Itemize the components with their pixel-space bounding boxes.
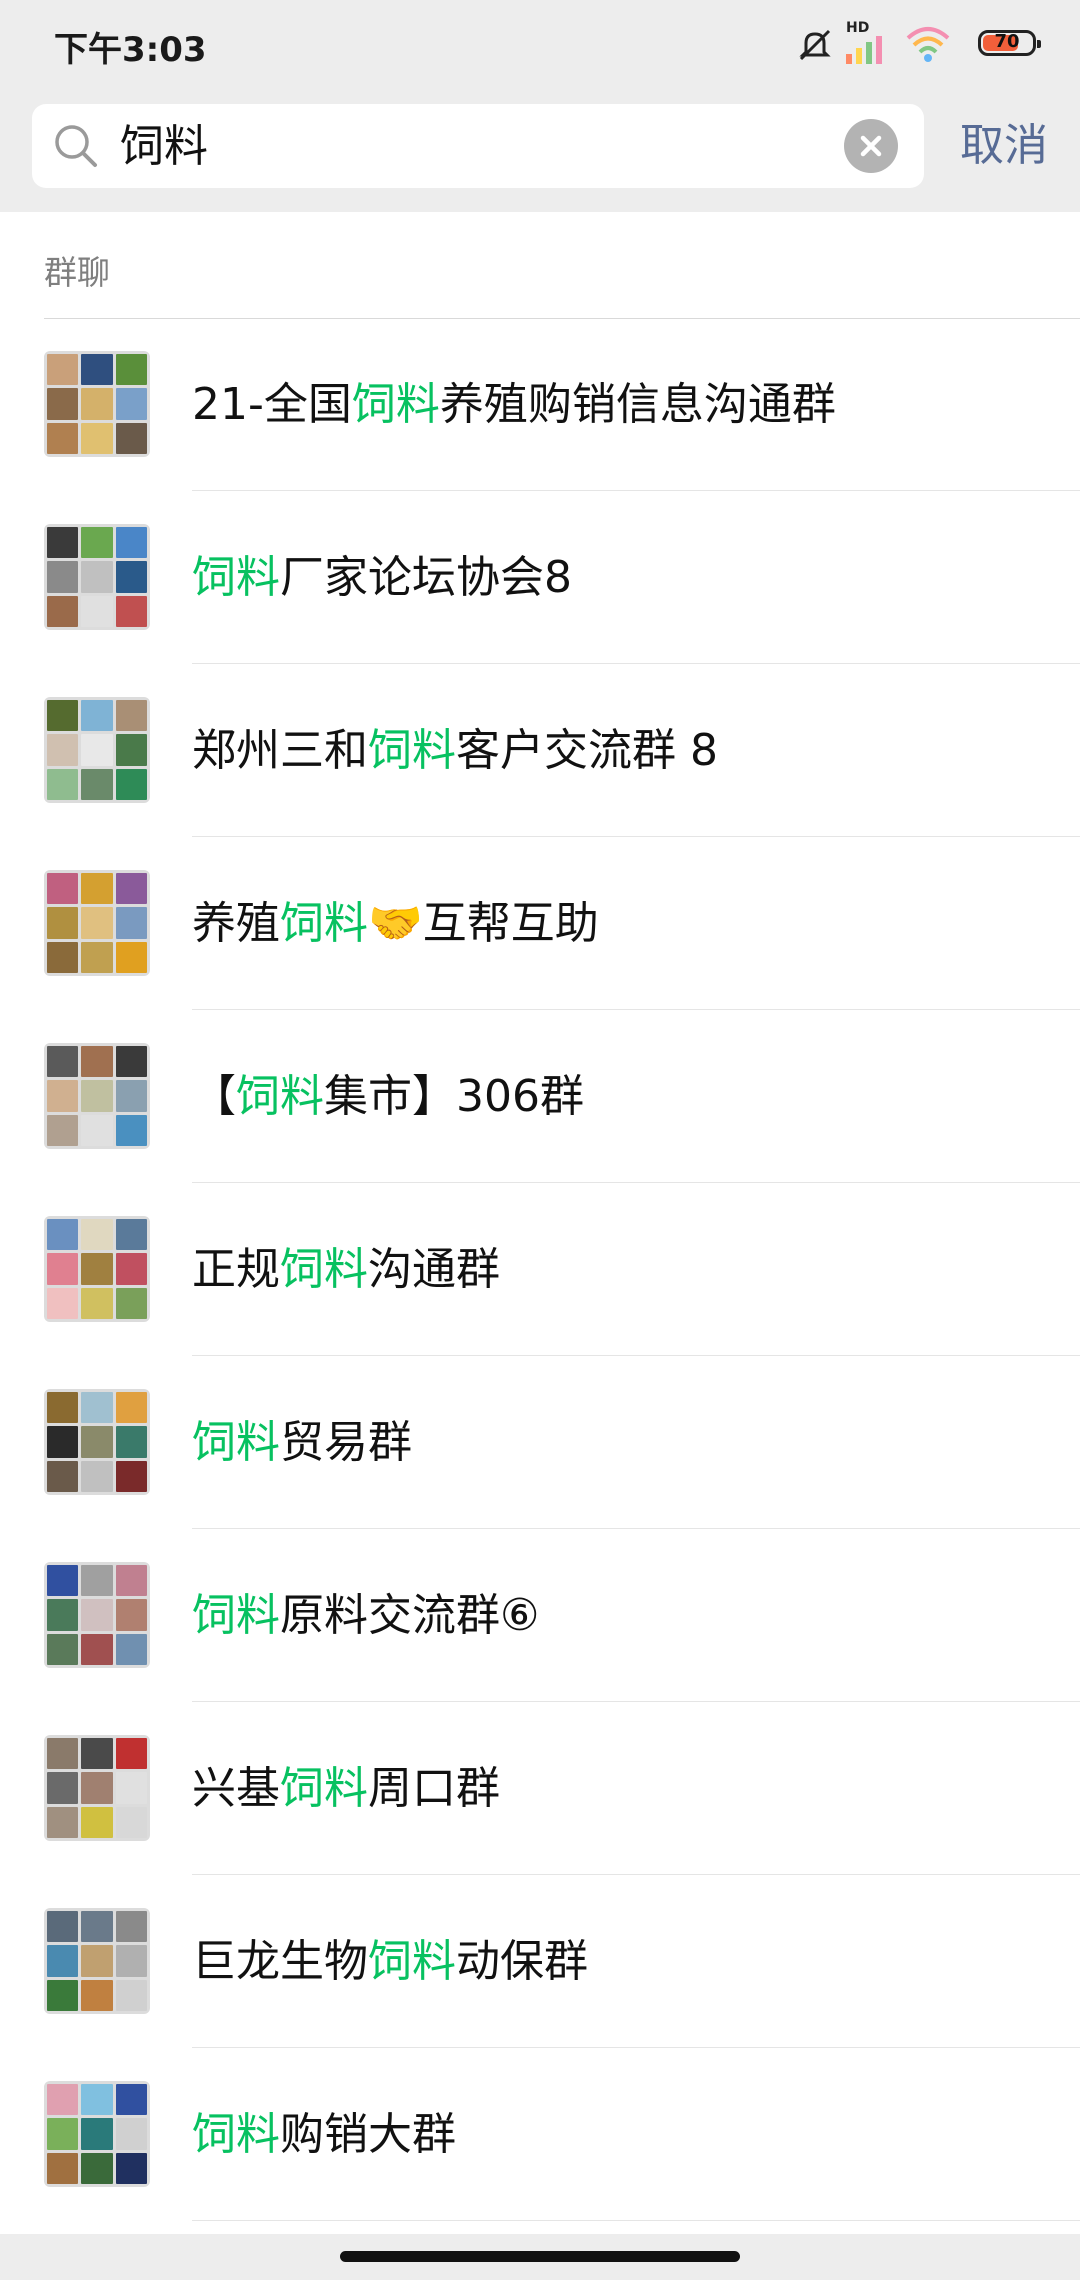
group-name-prefix: 【 [192, 1071, 236, 1122]
group-result-row[interactable]: 兴基饲料周口群 [0, 1702, 1080, 1875]
group-result-row[interactable]: 巨龙生物饲料动保群 [0, 1875, 1080, 2048]
group-name: 饲料贸易群 [192, 1414, 412, 1472]
group-name: 【饲料集市】306群 [192, 1068, 584, 1126]
group-result-row[interactable]: 饲料购销大群 [0, 2048, 1080, 2221]
group-name-suffix: 原料交流群⑥ [280, 1590, 540, 1641]
group-result-row[interactable]: 饲料厂家论坛协会8 [0, 491, 1080, 664]
wifi-icon [906, 27, 950, 62]
group-name-match: 饲料 [236, 1071, 324, 1122]
group-name-match: 饲料 [280, 1763, 368, 1814]
group-avatar [44, 351, 150, 457]
group-avatar [44, 1043, 150, 1149]
group-name-suffix: 集市】306群 [324, 1071, 584, 1122]
group-name: 巨龙生物饲料动保群 [192, 1933, 588, 1991]
mute-icon [799, 29, 831, 61]
group-result-row[interactable]: 饲料贸易群 [0, 1356, 1080, 1529]
group-name-match: 饲料 [368, 725, 456, 776]
group-name-prefix: 兴基 [192, 1763, 280, 1814]
group-name-suffix: 周口群 [368, 1763, 500, 1814]
signal-icon [846, 36, 882, 64]
group-avatar [44, 1216, 150, 1322]
group-avatar [44, 2081, 150, 2187]
group-name-prefix: 郑州三和 [192, 725, 368, 776]
group-name: 饲料购销大群 [192, 2106, 456, 2164]
group-name-match: 饲料 [192, 2109, 280, 2160]
search-input[interactable] [118, 104, 862, 190]
group-name-prefix: 21-全国 [192, 379, 352, 430]
group-name-match: 饲料 [351, 379, 440, 430]
group-name-match: 饲料 [368, 1936, 456, 1987]
group-avatar [44, 1389, 150, 1495]
group-avatar [44, 870, 150, 976]
group-name-match: 饲料 [280, 898, 368, 949]
status-time: 下午3:03 [54, 30, 207, 70]
group-name-prefix: 巨龙生物 [192, 1936, 368, 1987]
group-name-suffix: 厂家论坛协会8 [280, 552, 572, 603]
clear-button[interactable] [844, 119, 898, 173]
group-name-match: 饲料 [192, 552, 280, 603]
group-name-suffix: 动保群 [456, 1936, 588, 1987]
cancel-button[interactable]: 取消 [960, 120, 1048, 172]
group-result-row[interactable]: 养殖饲料🤝互帮互助 [0, 837, 1080, 1010]
group-name-suffix: 养殖购销信息沟通群 [439, 379, 836, 430]
group-name: 饲料原料交流群⑥ [192, 1587, 539, 1645]
group-name-suffix: 沟通群 [368, 1244, 500, 1295]
group-name-match: 饲料 [192, 1590, 280, 1641]
group-avatar [44, 1908, 150, 2014]
battery-level: 70 [994, 31, 1020, 52]
group-name: 21-全国饲料养殖购销信息沟通群 [192, 376, 836, 434]
search-box[interactable] [32, 104, 924, 190]
group-name: 养殖饲料🤝互帮互助 [192, 895, 599, 953]
battery-icon: 70 [978, 30, 1041, 56]
group-result-row[interactable]: 【饲料集市】306群 [0, 1010, 1080, 1183]
group-avatar [44, 524, 150, 630]
group-avatar [44, 1735, 150, 1841]
close-icon [860, 135, 882, 157]
group-name: 正规饲料沟通群 [192, 1241, 500, 1299]
group-name-suffix: 购销大群 [280, 2109, 456, 2160]
status-bar: 下午3:03 HD 70 [0, 0, 1080, 88]
group-name-match: 饲料 [192, 1417, 280, 1468]
group-name-prefix: 养殖 [192, 898, 280, 949]
section-title: 群聊 [44, 253, 110, 292]
group-name-prefix: 正规 [192, 1244, 280, 1295]
group-results-list: 21-全国饲料养殖购销信息沟通群 饲料厂家论坛协会8 郑州三和饲料客户交流群 8 养殖… [0, 318, 1080, 2221]
group-result-row[interactable]: 正规饲料沟通群 [0, 1183, 1080, 1356]
group-name-suffix: 🤝互帮互助 [368, 898, 599, 949]
group-avatar [44, 697, 150, 803]
search-bar: 取消 [0, 88, 1080, 212]
divider [192, 2220, 1080, 2221]
group-name-match: 饲料 [280, 1244, 368, 1295]
home-indicator[interactable] [340, 2251, 740, 2262]
group-name-suffix: 客户交流群 8 [456, 725, 718, 776]
group-name: 兴基饲料周口群 [192, 1760, 500, 1818]
group-result-row[interactable]: 饲料原料交流群⑥ [0, 1529, 1080, 1702]
group-avatar [44, 1562, 150, 1668]
search-icon [55, 125, 97, 167]
group-name: 郑州三和饲料客户交流群 8 [192, 722, 718, 780]
group-result-row[interactable]: 郑州三和饲料客户交流群 8 [0, 664, 1080, 837]
group-name: 饲料厂家论坛协会8 [192, 549, 572, 607]
status-icons: HD 70 [796, 20, 1041, 68]
group-name-suffix: 贸易群 [280, 1417, 412, 1468]
group-result-row[interactable]: 21-全国饲料养殖购销信息沟通群 [0, 318, 1080, 491]
